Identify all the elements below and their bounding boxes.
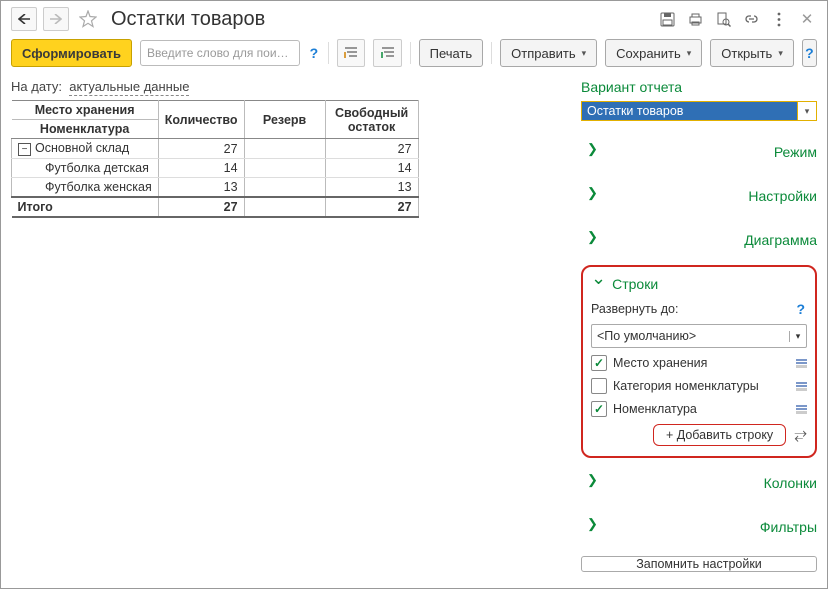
chevron-down-icon: ▾ [582,48,587,59]
star-icon [79,10,97,28]
chevron-right-icon [581,181,742,211]
reorder-icon[interactable] [796,405,807,414]
variant-label: Вариант отчета [581,79,817,95]
collapse-levels-icon [381,46,395,60]
report-table: Место хранения Количество Резерв Свободн… [11,100,419,218]
chevron-down-icon: ▾ [687,48,692,59]
page-title: Остатки товаров [111,8,651,31]
reorder-icon[interactable] [796,359,807,368]
close-icon: ✕ [801,10,814,28]
help-search-button[interactable]: ? [308,45,321,61]
col-header-storage: Место хранения [12,101,159,120]
print-icon-button[interactable] [685,9,705,29]
remember-settings-button[interactable]: Запомнить настройки [581,556,817,572]
generate-button[interactable]: Сформировать [11,39,132,67]
expand-select[interactable]: <По умолчанию> ▾ [591,324,807,348]
help-rows-button[interactable]: ? [794,301,807,317]
date-filter-label: На дату: [11,79,62,94]
section-filters[interactable]: Фильтры [581,508,817,546]
link-icon-button[interactable] [741,9,761,29]
print-button[interactable]: Печать [419,39,484,67]
table-total-row: Итого 27 27 [12,197,419,217]
col-header-free: Свободный остаток [325,101,418,139]
col-header-qty: Количество [158,101,244,139]
chevron-down-icon[interactable]: ▾ [797,102,816,120]
table-row[interactable]: Футболка детская 14 14 [12,159,419,178]
question-icon: ? [803,45,816,61]
help-button[interactable]: ? [802,39,817,67]
checkbox-checked[interactable] [591,401,607,417]
close-button[interactable]: ✕ [797,9,817,29]
add-row-button[interactable]: + Добавить строку [653,424,786,446]
favorite-button[interactable] [75,7,101,31]
tree-collapse-button[interactable]: − [18,143,31,156]
back-button[interactable] [11,7,37,31]
checkbox-checked[interactable] [591,355,607,371]
table-row[interactable]: Футболка женская 13 13 [12,178,419,198]
arrow-right-icon [50,14,62,24]
collapse-all-button[interactable] [373,39,401,67]
open-button[interactable]: Открыть▾ [710,39,794,67]
document-magnify-icon [716,12,731,27]
chevron-down-icon[interactable]: ▾ [789,331,806,342]
rows-section: Строки Развернуть до: ? <По умолчанию> ▾… [581,265,817,458]
section-settings[interactable]: Настройки [581,177,817,215]
chevron-right-icon [581,225,738,255]
section-mode[interactable]: Режим [581,133,817,171]
variant-select[interactable]: Остатки товаров ▾ [581,101,817,121]
kebab-icon [777,12,781,27]
floppy-icon [660,12,675,27]
expand-all-button[interactable] [337,39,365,67]
chevron-down-icon: ▾ [778,48,783,59]
section-columns[interactable]: Колонки [581,464,817,502]
section-rows[interactable]: Строки [591,273,807,294]
col-header-reserve: Резерв [244,101,325,139]
toolbar-divider [328,42,329,64]
printer-icon [688,12,703,27]
arrow-left-icon [18,14,30,24]
chevron-right-icon [581,137,768,167]
shuffle-icon[interactable]: ⥂ [794,426,807,444]
col-header-item: Номенклатура [12,120,159,139]
checkbox-unchecked[interactable] [591,378,607,394]
chevron-down-icon [591,273,606,294]
row-field-2[interactable]: Категория номенклатуры [591,378,807,394]
send-button[interactable]: Отправить▾ [500,39,597,67]
section-diagram[interactable]: Диаграмма [581,221,817,259]
toolbar-divider [410,42,411,64]
reorder-icon[interactable] [796,382,807,391]
save-button[interactable]: Сохранить▾ [605,39,702,67]
chevron-right-icon [581,512,754,542]
expand-levels-icon [344,46,358,60]
row-field-1[interactable]: Место хранения [591,355,807,371]
search-input[interactable]: Введите слово для пои… [140,40,300,66]
toolbar-divider [491,42,492,64]
date-filter: На дату: актуальные данные [11,79,565,94]
forward-button[interactable] [43,7,69,31]
table-row[interactable]: −Основной склад 27 27 [12,139,419,159]
date-filter-value[interactable]: актуальные данные [69,79,189,96]
link-icon [744,12,759,27]
row-field-3[interactable]: Номенклатура [591,401,807,417]
expand-label: Развернуть до: [591,302,678,316]
preview-icon-button[interactable] [713,9,733,29]
chevron-right-icon [581,468,758,498]
save-report-icon-button[interactable] [657,9,677,29]
more-icon-button[interactable] [769,9,789,29]
variant-value: Остатки товаров [582,102,797,120]
